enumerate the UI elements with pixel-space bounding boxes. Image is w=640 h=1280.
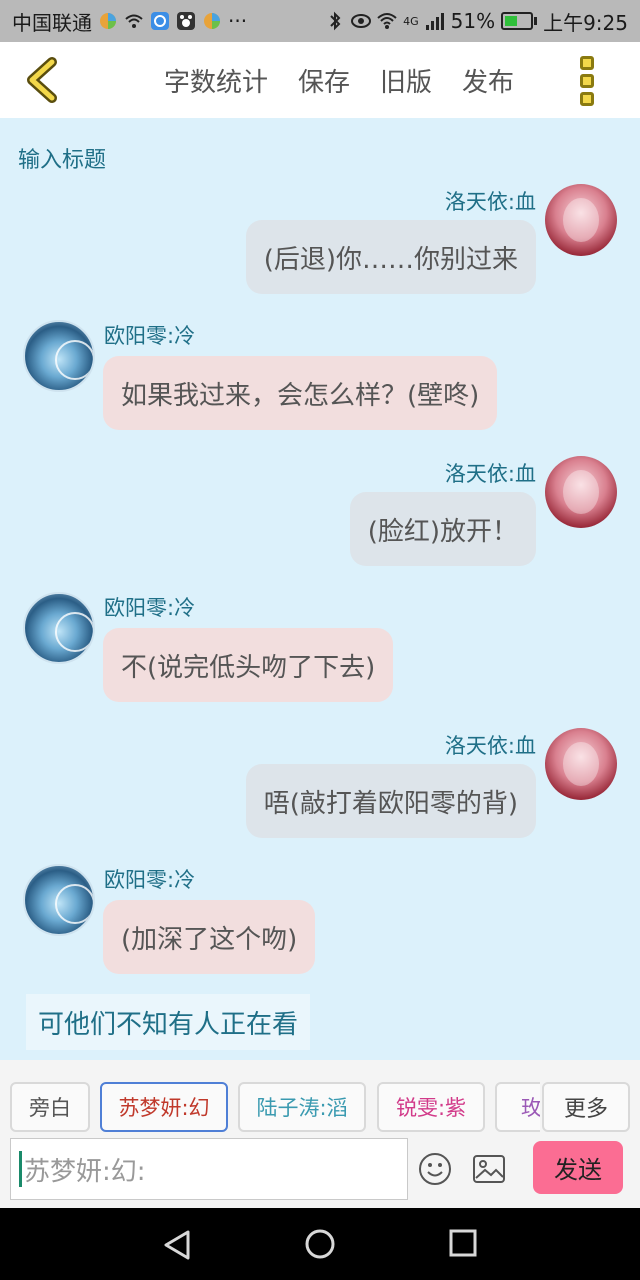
old-version-button[interactable]: 旧版 [380,62,432,99]
nav-recent-apps-icon[interactable] [448,1228,478,1258]
message-input-placeholder: 苏梦妍:幻: [24,1156,146,1187]
emoji-icon[interactable] [418,1152,452,1186]
status-right: 4G 51% 上午9:25 [325,7,628,36]
message-author: 欧阳零:冷 [104,596,196,620]
message-bubble[interactable]: (后退)你……你别过来 [245,220,536,294]
paw-app-icon [177,12,195,30]
avatar[interactable] [23,864,95,936]
message-bubble[interactable]: (脸红)放开！ [349,492,536,566]
app-notification-icon-2 [204,13,220,29]
message-author: 洛天依:血 [444,190,536,214]
message-input[interactable]: 苏梦妍:幻: [10,1138,408,1200]
nav-back-icon[interactable] [160,1228,194,1262]
message-author: 洛天依:血 [444,734,536,758]
bluetooth-icon [330,11,341,31]
image-icon[interactable] [472,1154,506,1184]
wifi-small-icon [125,14,143,28]
app-notification-icon [100,13,116,29]
role-chip-mei[interactable]: 玫: [495,1082,540,1132]
avatar[interactable] [545,456,617,528]
publish-button[interactable]: 发布 [462,62,514,99]
toolbar-actions: 字数统计 保存 旧版 发布 [164,42,514,118]
role-chip-su-mengyan[interactable]: 苏梦妍:幻 [100,1082,228,1132]
message-bubble[interactable]: 不(说完低头吻了下去) [103,628,394,702]
narration-bubble[interactable]: 可他们不知有人正在看 [26,994,311,1050]
message-author: 洛天依:血 [444,462,536,486]
role-chip-ruiwen[interactable]: 锐雯:紫 [377,1082,485,1132]
clock: 上午9:25 [543,10,628,35]
signal-icon [425,13,444,30]
chat-area[interactable]: 输入标题 洛天依:血 (后退)你……你别过来 欧阳零:冷 如果我过来，会怎么样？… [0,118,640,1060]
avatar[interactable] [23,320,95,392]
role-chip-bar[interactable]: 旁白 苏梦妍:幻 陆子涛:滔 锐雯:紫 玫: [10,1082,540,1132]
more-notifications-icon: ··· [228,9,248,33]
message-bubble[interactable]: 唔(敲打着欧阳零的背) [245,764,536,838]
send-button[interactable]: 发送 [533,1141,623,1194]
avatar[interactable] [545,728,617,800]
nav-home-icon[interactable] [304,1228,336,1260]
more-roles-button[interactable]: 更多 [542,1082,630,1132]
message-author: 欧阳零:冷 [104,868,196,892]
save-button[interactable]: 保存 [298,62,350,99]
word-count-button[interactable]: 字数统计 [164,62,268,99]
text-caret [19,1151,22,1187]
status-left: 中国联通 ··· [12,7,247,36]
qq-browser-icon [151,12,169,30]
message-author: 欧阳零:冷 [104,324,196,348]
input-panel: 旁白 苏梦妍:幻 陆子涛:滔 锐雯:紫 玫: 更多 苏梦妍:幻: 发送 [0,1060,640,1208]
message-bubble[interactable]: 如果我过来，会怎么样？(壁咚) [103,356,498,430]
role-chip-narrator[interactable]: 旁白 [10,1082,90,1132]
battery-percent: 51% [450,9,496,33]
role-chip-lu-zitao[interactable]: 陆子涛:滔 [238,1082,366,1132]
avatar[interactable] [545,184,617,256]
carrier-label: 中国联通 [12,10,92,35]
network-type-label: 4G [403,14,419,28]
overflow-menu-icon[interactable] [580,56,598,106]
top-toolbar: 字数统计 保存 旧版 发布 [0,42,640,118]
wifi-icon [377,13,397,29]
status-bar: 中国联通 ··· 4G 51% 上午9:25 [0,0,640,42]
back-arrow-icon[interactable] [22,56,62,104]
eye-icon [351,14,372,28]
title-input[interactable]: 输入标题 [18,142,106,174]
system-nav-bar [0,1208,640,1280]
message-bubble[interactable]: (加深了这个吻) [103,900,316,974]
avatar[interactable] [23,592,95,664]
battery-icon [501,12,538,30]
